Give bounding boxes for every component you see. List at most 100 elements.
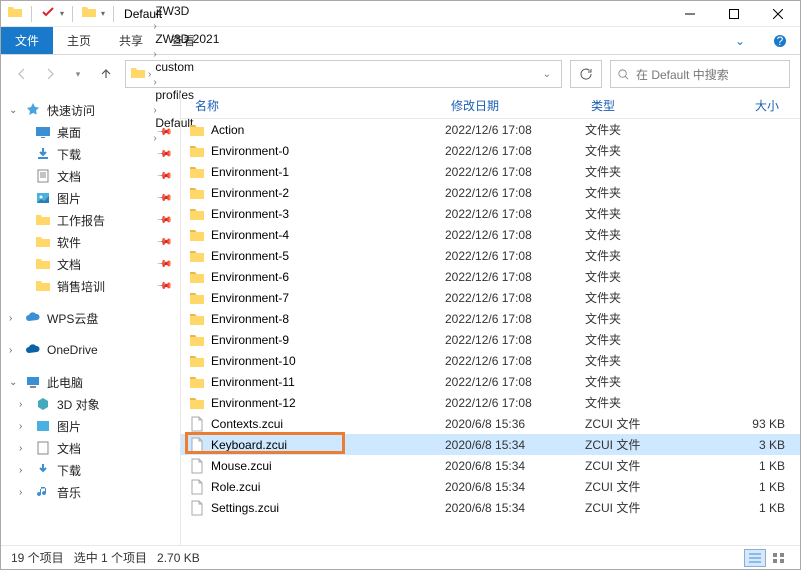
sidebar-downloads2[interactable]: ›下载 xyxy=(1,459,180,481)
breadcrumb-zw3d 2021[interactable]: ZW3D 2021 xyxy=(153,32,221,46)
file-row[interactable]: Environment-52022/12/6 17:08文件夹 xyxy=(181,245,800,266)
sidebar-pictures2[interactable]: ›图片 xyxy=(1,415,180,437)
file-row[interactable]: Environment-112022/12/6 17:08文件夹 xyxy=(181,371,800,392)
file-date: 2022/12/6 17:08 xyxy=(445,123,585,137)
file-date: 2022/12/6 17:08 xyxy=(445,186,585,200)
file-list[interactable]: Action2022/12/6 17:08文件夹Environment-0202… xyxy=(181,119,800,545)
icons-view-button[interactable] xyxy=(768,549,790,567)
breadcrumb-custom[interactable]: custom xyxy=(153,60,221,74)
file-date: 2020/6/8 15:34 xyxy=(445,459,585,473)
file-size: 3 KB xyxy=(705,438,785,452)
file-row[interactable]: Environment-22022/12/6 17:08文件夹 xyxy=(181,182,800,203)
refresh-button[interactable] xyxy=(570,60,602,88)
file-name: Environment-3 xyxy=(211,207,289,221)
file-name: Environment-5 xyxy=(211,249,289,263)
file-date: 2020/6/8 15:34 xyxy=(445,438,585,452)
file-name: Environment-9 xyxy=(211,333,289,347)
cloud-icon xyxy=(25,310,41,326)
recent-dropdown[interactable]: ▾ xyxy=(67,63,89,85)
sidebar-work-report[interactable]: 工作报告📌 xyxy=(1,209,180,231)
search-input[interactable]: 在 Default 中搜索 xyxy=(610,60,790,88)
sidebar-onedrive[interactable]: ›OneDrive xyxy=(1,339,180,361)
ribbon-expand-icon[interactable]: ⌄ xyxy=(720,27,760,54)
up-button[interactable] xyxy=(95,63,117,85)
file-row[interactable]: Environment-82022/12/6 17:08文件夹 xyxy=(181,308,800,329)
sidebar-this-pc[interactable]: ⌄此电脑 xyxy=(1,371,180,393)
file-row[interactable]: Environment-42022/12/6 17:08文件夹 xyxy=(181,224,800,245)
pin-icon: 📌 xyxy=(155,234,172,251)
file-row[interactable]: Environment-9 2022/12/6 17:08文件夹 xyxy=(181,329,800,350)
file-row[interactable]: Role.zcui2020/6/8 15:34ZCUI 文件1 KB xyxy=(181,476,800,497)
close-button[interactable] xyxy=(756,1,800,27)
sidebar-documents[interactable]: 文档📌 xyxy=(1,165,180,187)
sidebar-music[interactable]: ›音乐 xyxy=(1,481,180,503)
file-name: Environment-8 xyxy=(211,312,289,326)
file-date: 2022/12/6 17:08 xyxy=(445,333,585,347)
sidebar-sales-training[interactable]: 销售培训📌 xyxy=(1,275,180,297)
file-row[interactable]: Mouse.zcui2020/6/8 15:34ZCUI 文件1 KB xyxy=(181,455,800,476)
check-icon[interactable] xyxy=(40,4,56,23)
folder-icon xyxy=(81,4,97,23)
pin-icon: 📌 xyxy=(155,256,172,273)
file-type: ZCUI 文件 xyxy=(585,415,705,432)
chevron-right-icon: › xyxy=(153,77,156,88)
sidebar-software[interactable]: 软件📌 xyxy=(1,231,180,253)
sidebar-quick-access[interactable]: ⌄快速访问 xyxy=(1,99,180,121)
qat-dropdown-icon[interactable]: ▾ xyxy=(60,9,64,18)
sidebar-pictures[interactable]: 图片📌 xyxy=(1,187,180,209)
column-date[interactable]: 修改日期 xyxy=(445,97,585,114)
file-row[interactable]: Contexts.zcui2020/6/8 15:36ZCUI 文件93 KB xyxy=(181,413,800,434)
qat-overflow-icon[interactable]: ▾ xyxy=(101,9,105,18)
details-view-button[interactable] xyxy=(744,549,766,567)
file-size: 93 KB xyxy=(705,417,785,431)
column-name[interactable]: 名称 xyxy=(189,97,445,114)
address-bar[interactable]: › ZW3D›ZW3D 2021›custom›profiles›Default… xyxy=(125,60,562,88)
sidebar-docs2[interactable]: 文档📌 xyxy=(1,253,180,275)
pin-icon: 📌 xyxy=(155,278,172,295)
file-row[interactable]: Settings.zcui2020/6/8 15:34ZCUI 文件1 KB xyxy=(181,497,800,518)
pin-icon: 📌 xyxy=(155,168,172,185)
file-row[interactable]: Environment-122022/12/6 17:08文件夹 xyxy=(181,392,800,413)
file-row[interactable]: Environment-102022/12/6 17:08文件夹 xyxy=(181,350,800,371)
file-row[interactable]: Keyboard.zcui2020/6/8 15:34ZCUI 文件3 KB xyxy=(181,434,800,455)
desktop-icon xyxy=(35,124,51,140)
file-type: 文件夹 xyxy=(585,268,705,285)
pin-icon: 📌 xyxy=(155,190,172,207)
file-name: Environment-4 xyxy=(211,228,289,242)
forward-button[interactable] xyxy=(39,63,61,85)
picture-icon xyxy=(35,190,51,206)
file-date: 2022/12/6 17:08 xyxy=(445,207,585,221)
sidebar-documents2[interactable]: ›文档 xyxy=(1,437,180,459)
file-row[interactable]: Environment-62022/12/6 17:08文件夹 xyxy=(181,266,800,287)
maximize-button[interactable] xyxy=(712,1,756,27)
sidebar-desktop[interactable]: 桌面📌 xyxy=(1,121,180,143)
file-row[interactable]: Action2022/12/6 17:08文件夹 xyxy=(181,119,800,140)
back-button[interactable] xyxy=(11,63,33,85)
tab-home[interactable]: 主页 xyxy=(53,27,105,54)
file-date: 2022/12/6 17:08 xyxy=(445,165,585,179)
file-type: 文件夹 xyxy=(585,352,705,369)
sidebar-downloads[interactable]: 下载📌 xyxy=(1,143,180,165)
sidebar-wps-cloud[interactable]: ›WPS云盘 xyxy=(1,307,180,329)
file-type: 文件夹 xyxy=(585,331,705,348)
file-row[interactable]: Environment-72022/12/6 17:08文件夹 xyxy=(181,287,800,308)
column-headers[interactable]: 名称 修改日期 类型 大小 xyxy=(181,93,800,119)
address-dropdown-icon[interactable]: ⌄ xyxy=(537,69,557,80)
status-item-count: 19 个项目 xyxy=(11,549,64,566)
file-date: 2022/12/6 17:08 xyxy=(445,312,585,326)
column-size[interactable]: 大小 xyxy=(705,97,785,114)
help-icon[interactable]: ? xyxy=(760,27,800,54)
chevron-right-icon: › xyxy=(153,21,156,32)
file-row[interactable]: Environment-32022/12/6 17:08文件夹 xyxy=(181,203,800,224)
file-row[interactable]: Environment-02022/12/6 17:08文件夹 xyxy=(181,140,800,161)
sidebar-3d-objects[interactable]: ›3D 对象 xyxy=(1,393,180,415)
tab-file[interactable]: 文件 xyxy=(1,27,53,54)
tab-share[interactable]: 共享 xyxy=(105,27,157,54)
status-size: 2.70 KB xyxy=(157,551,200,565)
file-name: Environment-11 xyxy=(211,375,295,389)
minimize-button[interactable] xyxy=(668,1,712,27)
file-row[interactable]: Environment-12022/12/6 17:08文件夹 xyxy=(181,161,800,182)
ribbon: 文件 主页 共享 查看 ⌄ ? xyxy=(1,27,800,55)
breadcrumb-zw3d[interactable]: ZW3D xyxy=(153,4,221,18)
column-type[interactable]: 类型 xyxy=(585,97,705,114)
